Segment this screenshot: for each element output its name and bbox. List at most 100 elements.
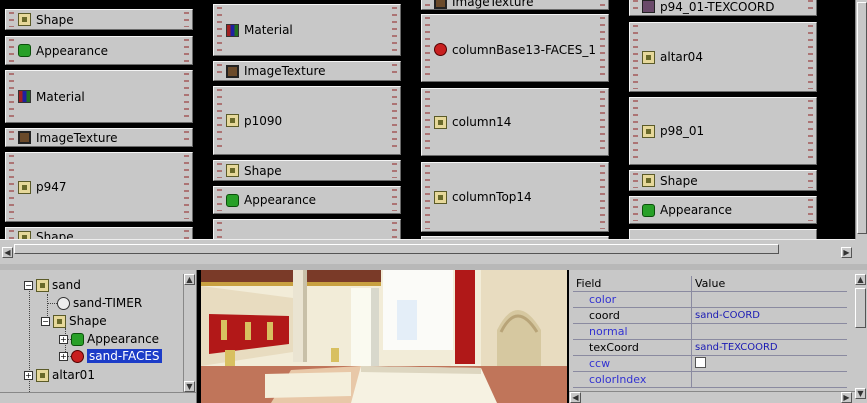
table-row[interactable]: colorIndex	[573, 371, 847, 388]
node-label: Appearance	[244, 193, 317, 207]
tree-item-label: sand	[52, 278, 81, 292]
tree-item-appearance[interactable]: + Appearance	[59, 331, 159, 347]
node-label: altar04	[660, 50, 703, 64]
scroll-up-icon[interactable]: ▲	[855, 274, 866, 285]
scene-graph-canvas[interactable]: Shape Appearance Material ImageTexture p…	[0, 0, 855, 239]
scene-tree-panel[interactable]: − sand sand-TIMER − Shape + Appearance +…	[0, 270, 197, 403]
expand-icon[interactable]: +	[59, 334, 68, 344]
tree-item-sand-faces[interactable]: + sand-FACES	[59, 348, 162, 364]
node-label: Appearance	[660, 203, 733, 217]
texture-icon	[18, 131, 31, 144]
graph-node-material[interactable]: Material	[5, 70, 193, 123]
table-row[interactable]: normal	[573, 323, 847, 340]
graph-node-partial[interactable]	[213, 219, 401, 239]
graph-vertical-scrollbar[interactable]	[855, 0, 867, 239]
field-value[interactable]	[691, 291, 847, 308]
graph-node-imagetexture[interactable]: ImageTexture	[421, 0, 609, 10]
table-header: Field Value	[573, 276, 847, 292]
field-name: ccw	[573, 355, 692, 372]
node-label: Material	[36, 89, 85, 104]
graph-node-altar04[interactable]: altar04	[629, 22, 817, 92]
field-name: normal	[573, 323, 692, 340]
graph-vscroll-thumb[interactable]	[857, 2, 867, 234]
field-value[interactable]: sand-TEXCOORD	[691, 339, 847, 356]
graph-node-imagetexture[interactable]: ImageTexture	[5, 128, 193, 147]
graph-node-shape[interactable]: Shape	[629, 170, 817, 191]
clock-icon	[57, 296, 70, 310]
scroll-down-icon[interactable]: ▼	[184, 381, 195, 392]
graph-node-column14[interactable]: column14	[421, 88, 609, 156]
graph-node-material[interactable]: Material	[213, 4, 401, 56]
graph-node-appearance[interactable]: Appearance	[5, 36, 193, 65]
tree-horizontal-scrollbar[interactable]	[0, 392, 196, 403]
graph-node-texcoord[interactable]: p94_01-TEXCOORD	[629, 0, 817, 16]
graph-node-shape[interactable]: Shape	[5, 227, 193, 239]
graph-node-appearance[interactable]: Appearance	[213, 186, 401, 214]
coord-icon	[642, 0, 655, 13]
transform-icon	[434, 190, 447, 204]
node-label: ImageTexture	[36, 130, 118, 145]
graph-node-p947[interactable]: p947	[5, 152, 193, 222]
tree-vertical-scrollbar[interactable]: ▲ ▼	[183, 274, 195, 392]
tree-item-altar01[interactable]: + altar01	[24, 367, 95, 383]
table-row[interactable]: ccw	[573, 355, 847, 372]
ccw-checkbox[interactable]	[695, 356, 706, 368]
node-label: p94_01-TEXCOORD	[660, 0, 775, 14]
collapse-icon[interactable]: −	[24, 280, 33, 290]
scroll-right-icon[interactable]: ▶	[841, 247, 852, 258]
appearance-icon	[226, 193, 239, 207]
expand-icon[interactable]: +	[59, 351, 68, 361]
node-label: Shape	[36, 12, 74, 27]
node-label: p1090	[244, 113, 283, 128]
graph-node-imagetexture[interactable]: ImageTexture	[213, 61, 401, 81]
scroll-left-icon[interactable]: ◀	[2, 247, 13, 258]
table-row[interactable]: color	[573, 291, 847, 308]
graph-hscroll-thumb[interactable]	[14, 244, 779, 254]
texture-icon	[434, 0, 447, 9]
node-label: p98_01	[660, 124, 705, 138]
field-value[interactable]: sand-COORD	[691, 307, 847, 324]
collapse-icon[interactable]: −	[41, 316, 50, 326]
node-label: p947	[36, 180, 67, 194]
shape-icon	[18, 13, 31, 26]
scroll-down-icon[interactable]: ▼	[855, 388, 866, 399]
node-label: Appearance	[36, 43, 109, 58]
props-vscroll-thumb[interactable]	[855, 288, 866, 328]
expand-icon[interactable]: +	[24, 370, 33, 380]
column-header-value: Value	[691, 276, 847, 292]
graph-node-p98-01[interactable]: p98_01	[629, 97, 817, 165]
graph-node-shape[interactable]: Shape	[5, 9, 193, 30]
field-value[interactable]	[691, 371, 847, 388]
field-value[interactable]	[691, 323, 847, 340]
graph-horizontal-scrollbar[interactable]: ◀ ▶	[0, 239, 855, 264]
scroll-left-icon[interactable]: ◀	[570, 392, 581, 403]
transform-icon	[642, 124, 655, 138]
field-value-panel[interactable]: Field Value color coord sand-COORD norma…	[569, 270, 855, 403]
scroll-up-icon[interactable]: ▲	[184, 274, 195, 285]
field-name: colorIndex	[573, 371, 692, 388]
graph-node-shape[interactable]: Shape	[213, 160, 401, 181]
props-vertical-scrollbar[interactable]: ▲ ▼	[855, 270, 867, 403]
graph-node-columntop14[interactable]: columnTop14	[421, 162, 609, 232]
shape-icon	[36, 278, 49, 292]
node-label: Shape	[36, 230, 74, 239]
graph-node-appearance[interactable]: Appearance	[629, 196, 817, 224]
table-row[interactable]: texCoord sand-TEXCOORD	[573, 339, 847, 356]
props-horizontal-scrollbar[interactable]: ◀ ▶	[569, 391, 855, 403]
tree-item-label: altar01	[52, 368, 95, 382]
tree-item-shape[interactable]: − Shape	[41, 313, 107, 329]
3d-viewport[interactable]	[201, 270, 567, 403]
graph-node-partial[interactable]	[629, 229, 817, 239]
tree-item-sand-timer[interactable]: sand-TIMER	[57, 295, 142, 311]
scroll-right-icon[interactable]: ▶	[841, 392, 852, 403]
shape-icon	[226, 164, 239, 177]
texture-icon	[226, 64, 239, 78]
field-value-ccw[interactable]	[691, 355, 847, 372]
transform-icon	[18, 180, 31, 194]
node-label: column14	[452, 115, 512, 129]
graph-node-p1090[interactable]: p1090	[213, 86, 401, 155]
node-label: Material	[244, 23, 293, 37]
tree-item-sand[interactable]: − sand	[24, 277, 81, 293]
table-row[interactable]: coord sand-COORD	[573, 307, 847, 324]
graph-node-columnbase-faces[interactable]: columnBase13-FACES_1	[421, 14, 609, 82]
